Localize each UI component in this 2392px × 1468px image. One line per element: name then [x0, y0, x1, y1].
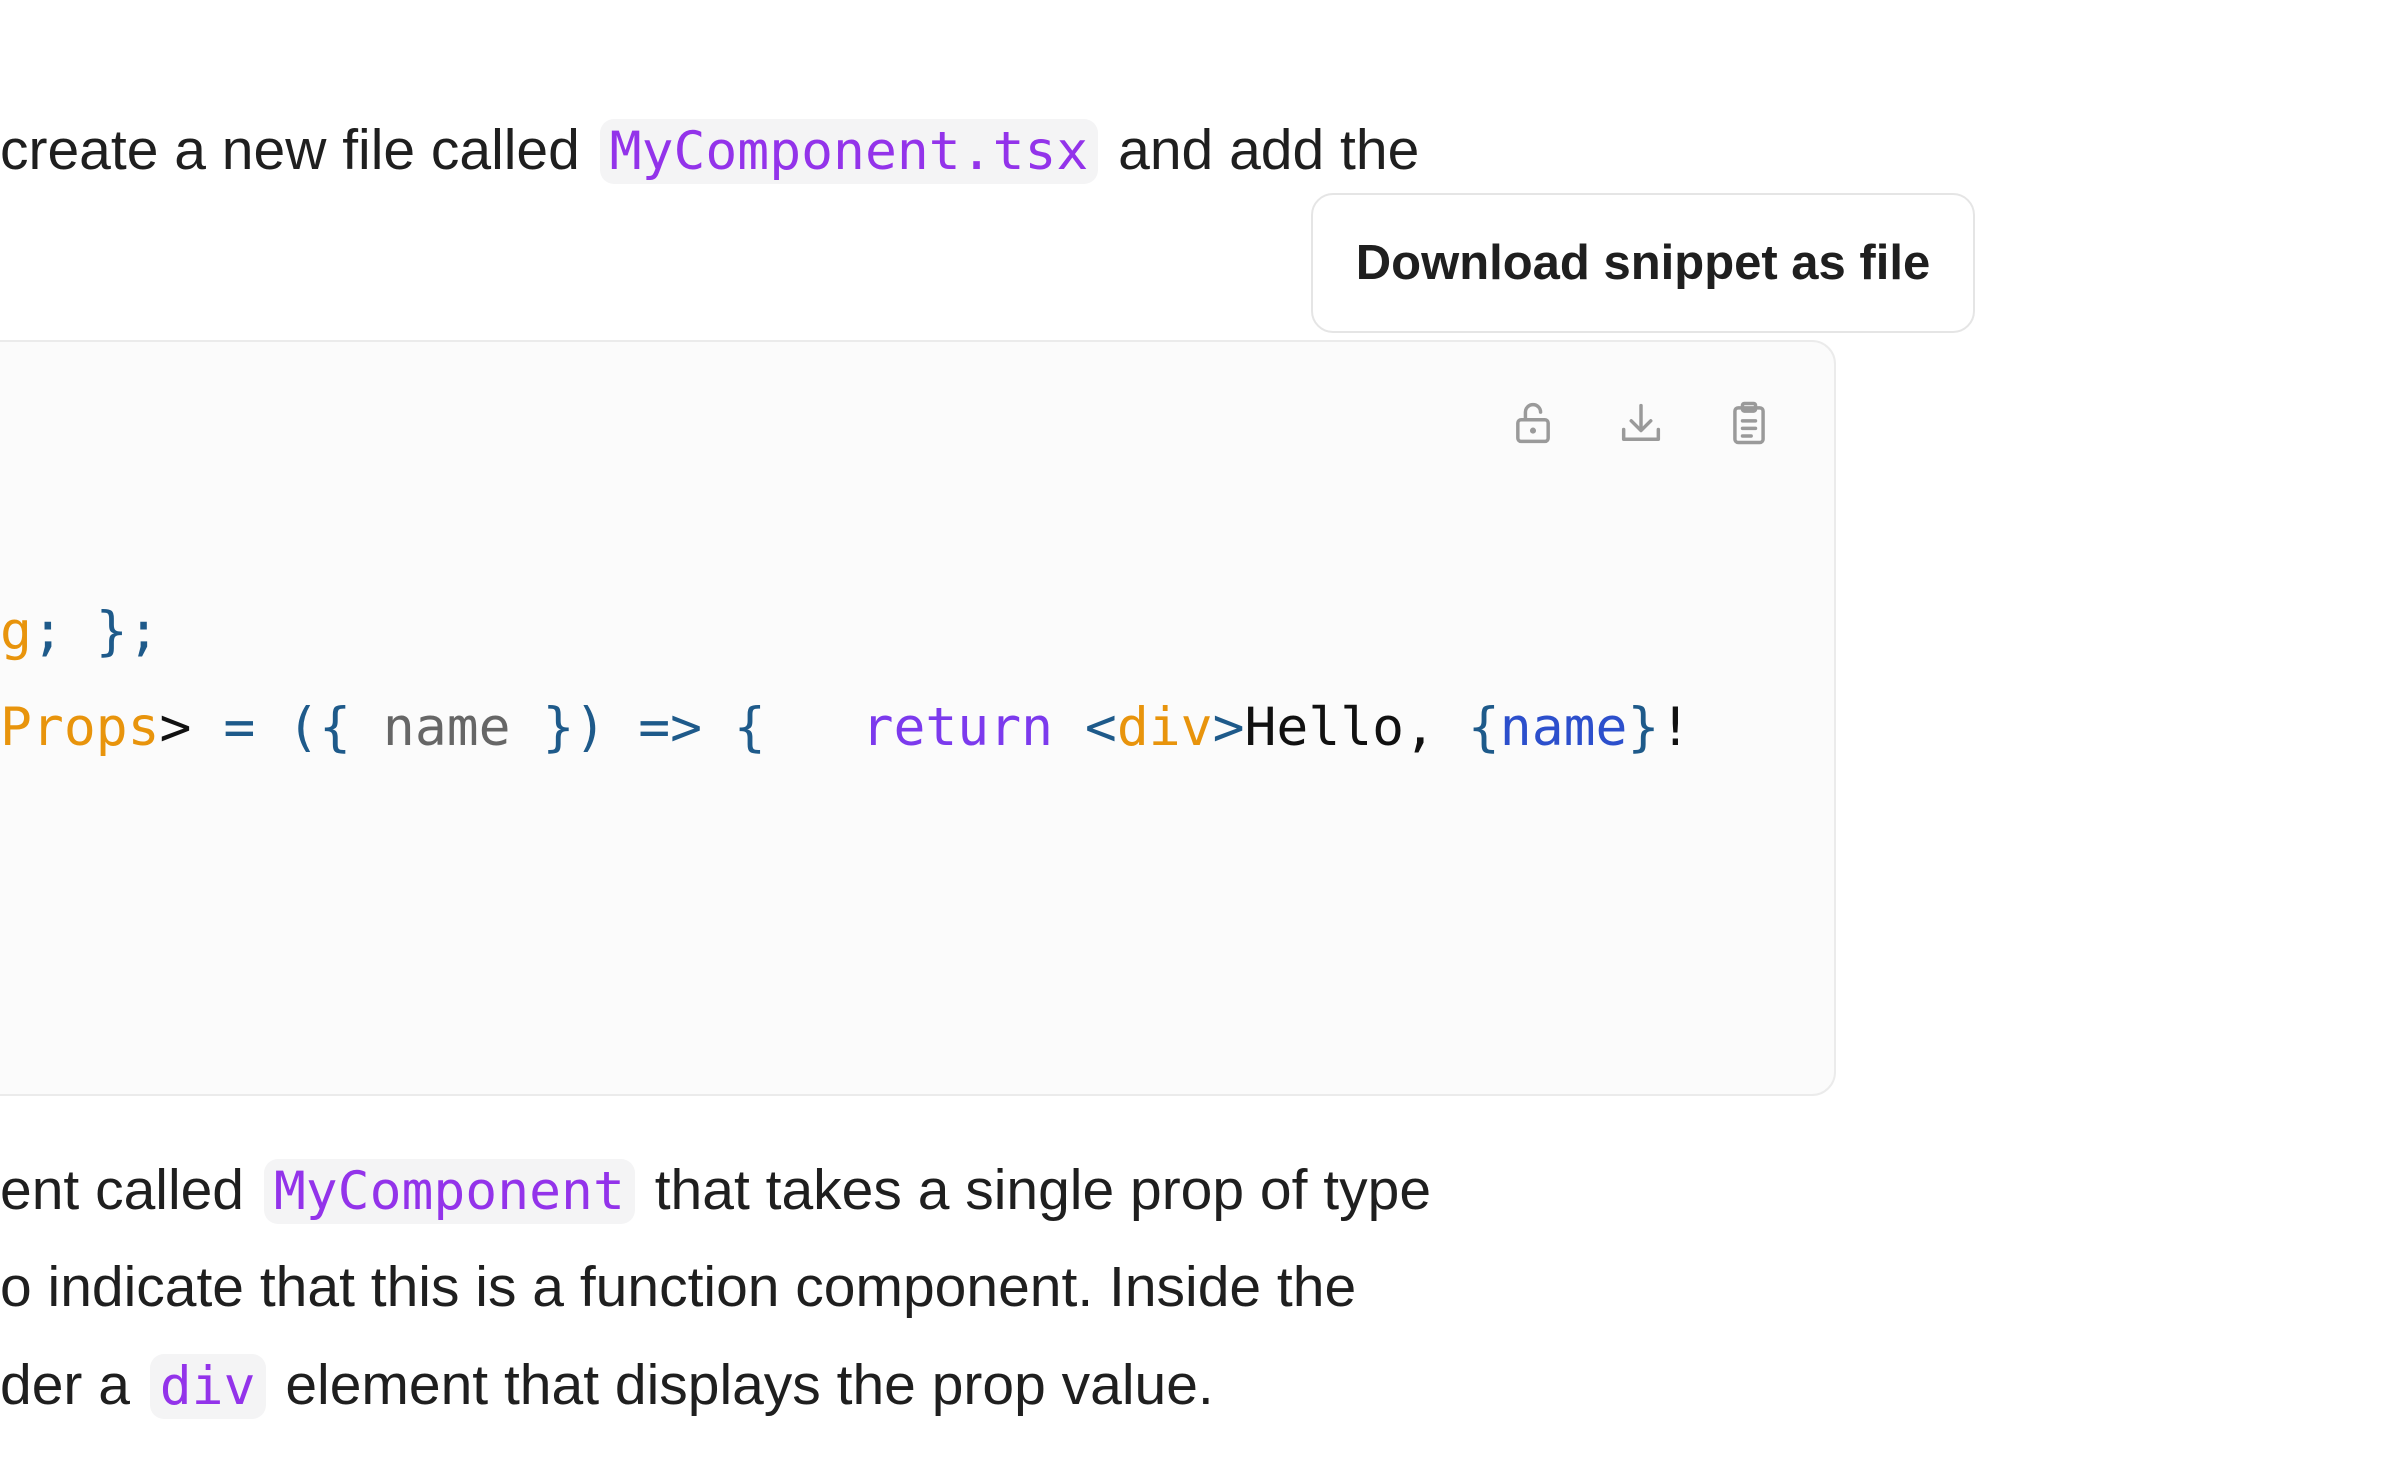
copy-button[interactable] [1716, 390, 1782, 456]
code-variable: name [1499, 697, 1628, 758]
code-type-fragment: g [0, 601, 32, 662]
download-icon [1621, 403, 1661, 441]
inline-code-div: div [149, 1354, 266, 1419]
code-type: Props [0, 697, 160, 758]
code-tag-close: > [1212, 697, 1245, 758]
tooltip-label: Download snippet as file [1355, 236, 1931, 290]
inline-code-filename: MyComponent.tsx [599, 119, 1099, 184]
code-tag-name: div [1116, 697, 1213, 758]
code-arrow-open: = ({ [191, 697, 352, 758]
download-tooltip: Download snippet as file [1311, 193, 1975, 333]
intro-text-after: and add the [1118, 118, 1420, 182]
download-button[interactable] [1608, 390, 1674, 456]
explanation-text: that takes a single prop of type [654, 1158, 1432, 1222]
intro-text-before: create a new file called [0, 118, 580, 182]
inline-code-component: MyComponent [263, 1159, 635, 1224]
code-gt: > [159, 697, 192, 758]
code-exclamation: ! [1659, 697, 1692, 758]
explanation-line-1: ent called MyComponent that takes a sing… [0, 1155, 1431, 1227]
code-toolbar [1500, 390, 1800, 456]
code-keyword: return [861, 697, 1054, 758]
explanation-line-2: o indicate that this is a function compo… [0, 1252, 1356, 1322]
intro-line: create a new file called MyComponent.tsx… [0, 115, 1419, 187]
code-arrow-close: }) => { [542, 697, 862, 758]
clipboard-icon [1733, 401, 1765, 445]
unlock-button[interactable] [1500, 390, 1566, 456]
unlock-icon [1516, 402, 1550, 444]
code-line-1: g; }; [0, 597, 160, 667]
code-punctuation: ; }; [31, 601, 160, 662]
explanation-text: o indicate that this is a function compo… [0, 1255, 1357, 1319]
code-tag-open: < [1053, 697, 1117, 758]
code-brace-open: { [1467, 697, 1500, 758]
code-text: Hello, [1244, 697, 1468, 758]
code-brace-close: } [1627, 697, 1660, 758]
explanation-text: element that displays the prop value. [285, 1353, 1214, 1417]
explanation-text: ent called [0, 1158, 245, 1222]
explanation-line-3: der a div element that displays the prop… [0, 1350, 1214, 1422]
code-line-2: Props> = ({ name }) => { return <div>Hel… [0, 693, 1691, 763]
code-param: name [351, 697, 543, 758]
explanation-text: der a [0, 1353, 130, 1417]
